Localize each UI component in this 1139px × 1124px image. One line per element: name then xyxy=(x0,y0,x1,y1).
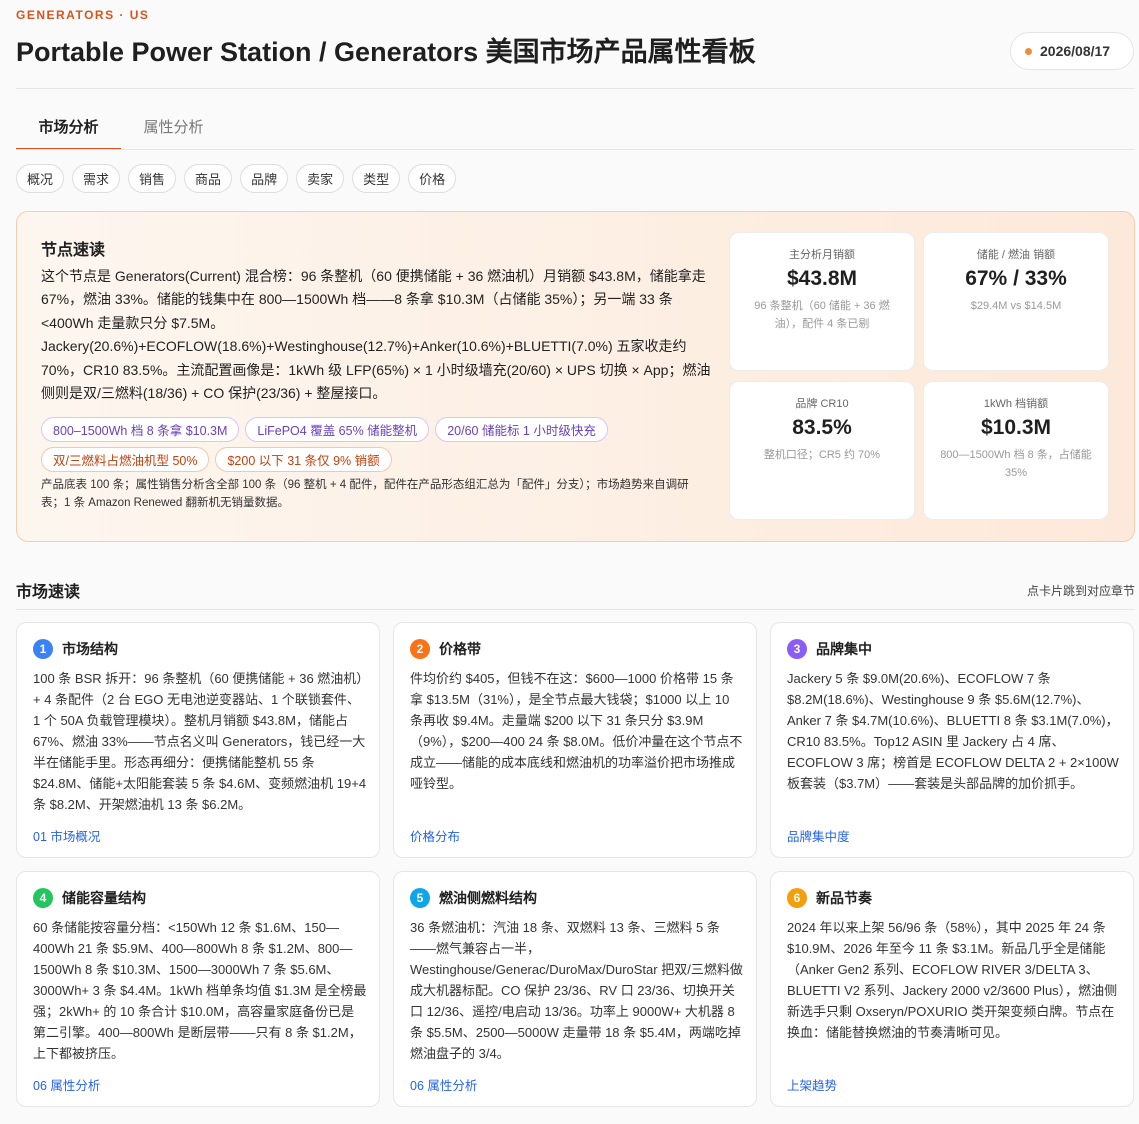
card-title: 新品节奏 xyxy=(816,890,872,906)
card-header: 3 品牌集中 xyxy=(787,639,872,659)
summary-note: 产品底表 100 条；属性销售分析含全部 100 条（96 整机 + 4 配件，… xyxy=(41,479,689,509)
chip-brands[interactable]: 品牌 xyxy=(240,164,289,193)
metric-card-1kwh-sales: 1kWh 档销额 $10.3M 800—1500Wh 档 8 条，占储能 35% xyxy=(923,381,1109,520)
card-title: 品牌集中 xyxy=(816,641,872,657)
insight-card-brand-concentration[interactable]: 3 品牌集中 Jackery 5 条 $9.0M(20.6%)、ECOFLOW … xyxy=(770,622,1134,858)
summary-tag: LiFePO4 覆盖 65% 储能整机 xyxy=(245,417,430,442)
card-header: 5 燃油侧燃料结构 xyxy=(410,888,537,908)
metric-label: 品牌 CR10 xyxy=(795,398,849,410)
metric-note: 整机口径；CR5 约 70% xyxy=(763,449,881,461)
insight-card-new-launches[interactable]: 6 新品节奏 2024 年以来上架 56/96 条（58%），其中 2025 年… xyxy=(770,871,1134,1107)
card-body: 100 条 BSR 拆开：96 条整机（60 便携储能 + 36 燃油机）+ 4… xyxy=(33,671,367,812)
card-link[interactable]: 价格分布 xyxy=(410,826,460,845)
insight-card-market-structure[interactable]: 1 市场结构 100 条 BSR 拆开：96 条整机（60 便携储能 + 36 … xyxy=(16,622,380,858)
section-chips: 概况 需求 销售 商品 品牌 卖家 类型 价格 xyxy=(16,164,457,193)
card-header: 4 储能容量结构 xyxy=(33,888,146,908)
insight-card-fuel-structure[interactable]: 5 燃油侧燃料结构 36 条燃油机：汽油 18 条、双燃料 13 条、三燃料 5… xyxy=(393,871,757,1107)
quick-read-title: 市场速读 xyxy=(16,584,81,601)
card-body: 2024 年以来上架 56/96 条（58%），其中 2025 年 24 条 $… xyxy=(787,920,1118,1040)
date-badge: 2026/08/17 xyxy=(1010,32,1134,70)
card-title: 市场结构 xyxy=(62,641,118,657)
card-title: 燃油侧燃料结构 xyxy=(439,890,537,906)
card-link[interactable]: 01 市场概况 xyxy=(33,826,100,845)
metric-note: 96 条整机（60 储能 + 36 燃油），配件 4 条已剔 xyxy=(754,300,890,330)
metric-note: $29.4M vs $14.5M xyxy=(970,300,1062,312)
card-link[interactable]: 06 属性分析 xyxy=(33,1075,100,1094)
card-header: 6 新品节奏 xyxy=(787,888,872,908)
metric-label: 1kWh 档销额 xyxy=(983,398,1049,410)
card-title: 价格带 xyxy=(439,641,481,657)
summary-tag: $200 以下 31 条仅 9% 销额 xyxy=(215,447,392,472)
chip-sales[interactable]: 销售 xyxy=(128,164,177,193)
card-link[interactable]: 上架趋势 xyxy=(787,1075,837,1094)
date-text: 2026/08/17 xyxy=(1040,43,1111,59)
metric-card-brand-cr10: 品牌 CR10 83.5% 整机口径；CR5 约 70% xyxy=(729,381,915,520)
quick-read-divider xyxy=(16,609,1135,610)
summary-tag: 800–1500Wh 档 8 条拿 $10.3M xyxy=(41,417,240,442)
card-body: 60 条储能按容量分档：<150Wh 12 条 $1.6M、150—400Wh … xyxy=(33,920,367,1061)
page-eyebrow: GENERATORS · US xyxy=(16,8,150,22)
tab-bar: 市场分析 属性分析 xyxy=(16,104,226,150)
tab-market-analysis[interactable]: 市场分析 xyxy=(16,104,121,150)
chip-price[interactable]: 价格 xyxy=(408,164,457,193)
card-number-badge: 2 xyxy=(410,639,430,659)
page-title: Portable Power Station / Generators 美国市场… xyxy=(16,37,756,67)
chip-demand[interactable]: 需求 xyxy=(72,164,121,193)
card-number-badge: 5 xyxy=(410,888,430,908)
metric-label: 储能 / 燃油 销额 xyxy=(976,249,1056,261)
tab-divider xyxy=(16,149,1135,150)
metric-value: $10.3M xyxy=(980,416,1052,439)
insight-card-storage-capacity[interactable]: 4 储能容量结构 60 条储能按容量分档：<150Wh 12 条 $1.6M、1… xyxy=(16,871,380,1107)
card-header: 1 市场结构 xyxy=(33,639,118,659)
card-title: 储能容量结构 xyxy=(62,890,146,906)
summary-body: 这个节点是 Generators(Current) 混合榜：96 条整机（60 … xyxy=(41,268,711,402)
header-divider xyxy=(16,88,1135,89)
chip-products[interactable]: 商品 xyxy=(184,164,233,193)
summary-tag: 20/60 储能标 1 小时级快充 xyxy=(435,417,608,442)
metric-value: $43.8M xyxy=(786,267,858,290)
card-header: 2 价格带 xyxy=(410,639,481,659)
card-link[interactable]: 06 属性分析 xyxy=(410,1075,477,1094)
summary-tag: 双/三燃料占燃油机型 50% xyxy=(41,447,210,472)
tab-attribute-analysis[interactable]: 属性分析 xyxy=(121,104,226,150)
summary-tags: 800–1500Wh 档 8 条拿 $10.3M LiFePO4 覆盖 65% … xyxy=(41,417,721,472)
card-number-badge: 6 xyxy=(787,888,807,908)
chip-sellers[interactable]: 卖家 xyxy=(296,164,345,193)
metric-note: 800—1500Wh 档 8 条，占储能 35% xyxy=(940,449,1092,479)
summary-title: 节点速读 xyxy=(41,242,106,259)
card-number-badge: 4 xyxy=(33,888,53,908)
card-number-badge: 3 xyxy=(787,639,807,659)
card-body: Jackery 5 条 $9.0M(20.6%)、ECOFLOW 7 条 $8.… xyxy=(787,671,1119,791)
chip-types[interactable]: 类型 xyxy=(352,164,401,193)
metric-card-monthly-sales: 主分析月销额 $43.8M 96 条整机（60 储能 + 36 燃油），配件 4… xyxy=(729,232,915,371)
metric-value: 83.5% xyxy=(792,416,852,439)
summary-panel: 节点速读 这个节点是 Generators(Current) 混合榜：96 条整… xyxy=(16,211,1135,542)
chip-overview[interactable]: 概况 xyxy=(16,164,65,193)
quick-read-hint: 点卡片跳到对应章节 xyxy=(1026,584,1135,598)
metric-card-storage-fuel-split: 储能 / 燃油 销额 67% / 33% $29.4M vs $14.5M xyxy=(923,232,1109,371)
metric-label: 主分析月销额 xyxy=(789,249,855,261)
card-body: 件均价约 $405，但钱不在这：$600—1000 价格带 15 条拿 $13.… xyxy=(410,671,743,791)
status-dot-icon xyxy=(1025,47,1032,55)
card-body: 36 条燃油机：汽油 18 条、双燃料 13 条、三燃料 5 条——燃气兼容占一… xyxy=(410,920,743,1061)
card-number-badge: 1 xyxy=(33,639,53,659)
card-link[interactable]: 品牌集中度 xyxy=(787,826,850,845)
insight-card-price-band[interactable]: 2 价格带 件均价约 $405，但钱不在这：$600—1000 价格带 15 条… xyxy=(393,622,757,858)
metric-value: 67% / 33% xyxy=(965,267,1067,290)
